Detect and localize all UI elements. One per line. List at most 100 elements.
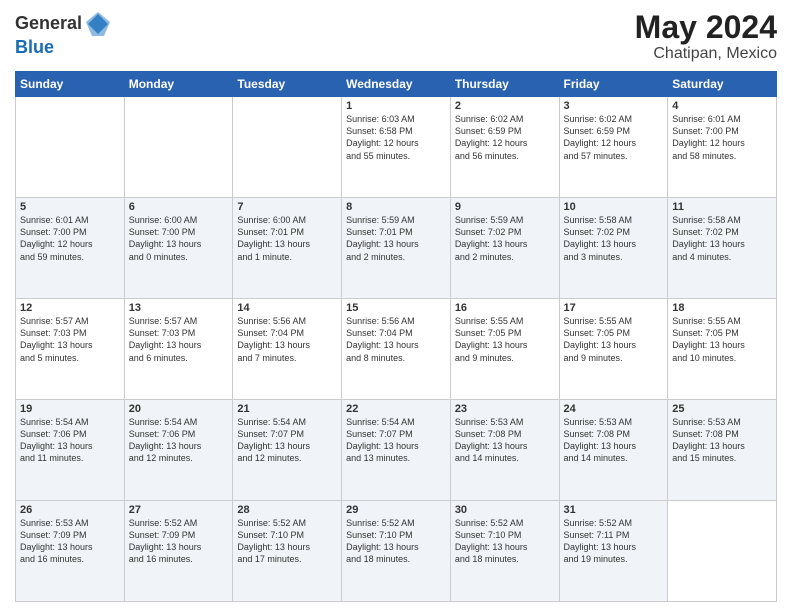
day-info: Sunrise: 5:58 AMSunset: 7:02 PMDaylight:… [564,214,664,263]
day-number: 25 [672,403,772,415]
day-number: 7 [237,201,337,213]
day-number: 31 [564,504,664,516]
table-row: 30Sunrise: 5:52 AMSunset: 7:10 PMDayligh… [450,501,559,602]
calendar-table: Sunday Monday Tuesday Wednesday Thursday… [15,71,777,602]
day-info: Sunrise: 5:54 AMSunset: 7:07 PMDaylight:… [237,416,337,465]
day-info: Sunrise: 6:02 AMSunset: 6:59 PMDaylight:… [564,113,664,162]
col-saturday: Saturday [668,72,777,97]
day-info: Sunrise: 5:59 AMSunset: 7:01 PMDaylight:… [346,214,446,263]
day-info: Sunrise: 5:53 AMSunset: 7:08 PMDaylight:… [672,416,772,465]
header: General Blue May 2024 Chatipan, Mexico [15,10,777,63]
day-info: Sunrise: 6:00 AMSunset: 7:01 PMDaylight:… [237,214,337,263]
day-number: 10 [564,201,664,213]
day-info: Sunrise: 5:59 AMSunset: 7:02 PMDaylight:… [455,214,555,263]
table-row [668,501,777,602]
table-row: 3Sunrise: 6:02 AMSunset: 6:59 PMDaylight… [559,97,668,198]
day-info: Sunrise: 5:56 AMSunset: 7:04 PMDaylight:… [346,315,446,364]
day-info: Sunrise: 6:03 AMSunset: 6:58 PMDaylight:… [346,113,446,162]
day-info: Sunrise: 6:00 AMSunset: 7:00 PMDaylight:… [129,214,229,263]
day-info: Sunrise: 6:02 AMSunset: 6:59 PMDaylight:… [455,113,555,162]
day-info: Sunrise: 5:55 AMSunset: 7:05 PMDaylight:… [455,315,555,364]
day-number: 13 [129,302,229,314]
day-info: Sunrise: 5:54 AMSunset: 7:06 PMDaylight:… [129,416,229,465]
day-info: Sunrise: 5:57 AMSunset: 7:03 PMDaylight:… [20,315,120,364]
table-row: 22Sunrise: 5:54 AMSunset: 7:07 PMDayligh… [342,400,451,501]
table-row: 13Sunrise: 5:57 AMSunset: 7:03 PMDayligh… [124,299,233,400]
table-row [16,97,125,198]
day-number: 30 [455,504,555,516]
day-info: Sunrise: 5:56 AMSunset: 7:04 PMDaylight:… [237,315,337,364]
day-number: 21 [237,403,337,415]
table-row: 16Sunrise: 5:55 AMSunset: 7:05 PMDayligh… [450,299,559,400]
day-number: 28 [237,504,337,516]
month-year: May 2024 [635,10,777,45]
table-row: 4Sunrise: 6:01 AMSunset: 7:00 PMDaylight… [668,97,777,198]
calendar-row: 19 Sunrise: 5:54 AMSunset: 7:06 PMDayligh… [16,400,777,501]
day-info: Sunrise: 5:52 AMSunset: 7:10 PMDaylight:… [455,517,555,566]
day-info: Sunrise: 5:52 AMSunset: 7:11 PMDaylight:… [564,517,664,566]
table-row: 27Sunrise: 5:52 AMSunset: 7:09 PMDayligh… [124,501,233,602]
day-info: Sunrise: 5:53 AMSunset: 7:08 PMDaylight:… [564,416,664,465]
day-info: Sunrise: 5:52 AMSunset: 7:09 PMDaylight:… [129,517,229,566]
day-number: 9 [455,201,555,213]
day-info: Sunrise: 5:55 AMSunset: 7:05 PMDaylight:… [564,315,664,364]
day-number: 29 [346,504,446,516]
col-sunday: Sunday [16,72,125,97]
day-number: 22 [346,403,446,415]
table-row [124,97,233,198]
day-number: 3 [564,100,664,112]
day-number: 26 [20,504,120,516]
location: Chatipan, Mexico [635,45,777,63]
table-row: 24Sunrise: 5:53 AMSunset: 7:08 PMDayligh… [559,400,668,501]
table-row [233,97,342,198]
day-number: 20 [129,403,229,415]
day-info: Sunrise: 5:53 AMSunset: 7:09 PMDaylight:… [20,517,120,566]
table-row: 18Sunrise: 5:55 AMSunset: 7:05 PMDayligh… [668,299,777,400]
table-row: 20Sunrise: 5:54 AMSunset: 7:06 PMDayligh… [124,400,233,501]
col-thursday: Thursday [450,72,559,97]
col-wednesday: Wednesday [342,72,451,97]
table-row: 29Sunrise: 5:52 AMSunset: 7:10 PMDayligh… [342,501,451,602]
table-row: 2Sunrise: 6:02 AMSunset: 6:59 PMDaylight… [450,97,559,198]
table-row: 26Sunrise: 5:53 AMSunset: 7:09 PMDayligh… [16,501,125,602]
day-number: 23 [455,403,555,415]
table-row: 23Sunrise: 5:53 AMSunset: 7:08 PMDayligh… [450,400,559,501]
table-row: 25Sunrise: 5:53 AMSunset: 7:08 PMDayligh… [668,400,777,501]
day-number: 12 [20,302,120,314]
logo-blue: Blue [15,37,54,57]
table-row: 9Sunrise: 5:59 AMSunset: 7:02 PMDaylight… [450,198,559,299]
day-info: Sunrise: 5:52 AMSunset: 7:10 PMDaylight:… [237,517,337,566]
day-info: Sunrise: 5:58 AMSunset: 7:02 PMDaylight:… [672,214,772,263]
logo: General Blue [15,10,112,58]
col-monday: Monday [124,72,233,97]
day-info: Sunrise: 6:01 AMSunset: 7:00 PMDaylight:… [672,113,772,162]
table-row: 7Sunrise: 6:00 AMSunset: 7:01 PMDaylight… [233,198,342,299]
table-row: 31Sunrise: 5:52 AMSunset: 7:11 PMDayligh… [559,501,668,602]
table-row: 12Sunrise: 5:57 AMSunset: 7:03 PMDayligh… [16,299,125,400]
calendar-row: 26Sunrise: 5:53 AMSunset: 7:09 PMDayligh… [16,501,777,602]
table-row: 5Sunrise: 6:01 AMSunset: 7:00 PMDaylight… [16,198,125,299]
table-row: 21Sunrise: 5:54 AMSunset: 7:07 PMDayligh… [233,400,342,501]
calendar-row: 12Sunrise: 5:57 AMSunset: 7:03 PMDayligh… [16,299,777,400]
title-block: May 2024 Chatipan, Mexico [635,10,777,63]
day-number: 4 [672,100,772,112]
day-number: 6 [129,201,229,213]
day-info: Sunrise: 5:53 AMSunset: 7:08 PMDaylight:… [455,416,555,465]
table-row: 10Sunrise: 5:58 AMSunset: 7:02 PMDayligh… [559,198,668,299]
table-row: 6Sunrise: 6:00 AMSunset: 7:00 PMDaylight… [124,198,233,299]
day-number: 2 [455,100,555,112]
day-number: 16 [455,302,555,314]
day-info: Sunrise: 5:54 AMSunset: 7:07 PMDaylight:… [346,416,446,465]
logo-icon [84,10,112,38]
calendar-row: 5Sunrise: 6:01 AMSunset: 7:00 PMDaylight… [16,198,777,299]
table-row: 15Sunrise: 5:56 AMSunset: 7:04 PMDayligh… [342,299,451,400]
day-number: 27 [129,504,229,516]
day-number: 24 [564,403,664,415]
day-number: 19 [20,403,120,415]
table-row: 8Sunrise: 5:59 AMSunset: 7:01 PMDaylight… [342,198,451,299]
table-row: 28Sunrise: 5:52 AMSunset: 7:10 PMDayligh… [233,501,342,602]
calendar-row: 1Sunrise: 6:03 AMSunset: 6:58 PMDaylight… [16,97,777,198]
col-tuesday: Tuesday [233,72,342,97]
day-number: 17 [564,302,664,314]
day-number: 15 [346,302,446,314]
